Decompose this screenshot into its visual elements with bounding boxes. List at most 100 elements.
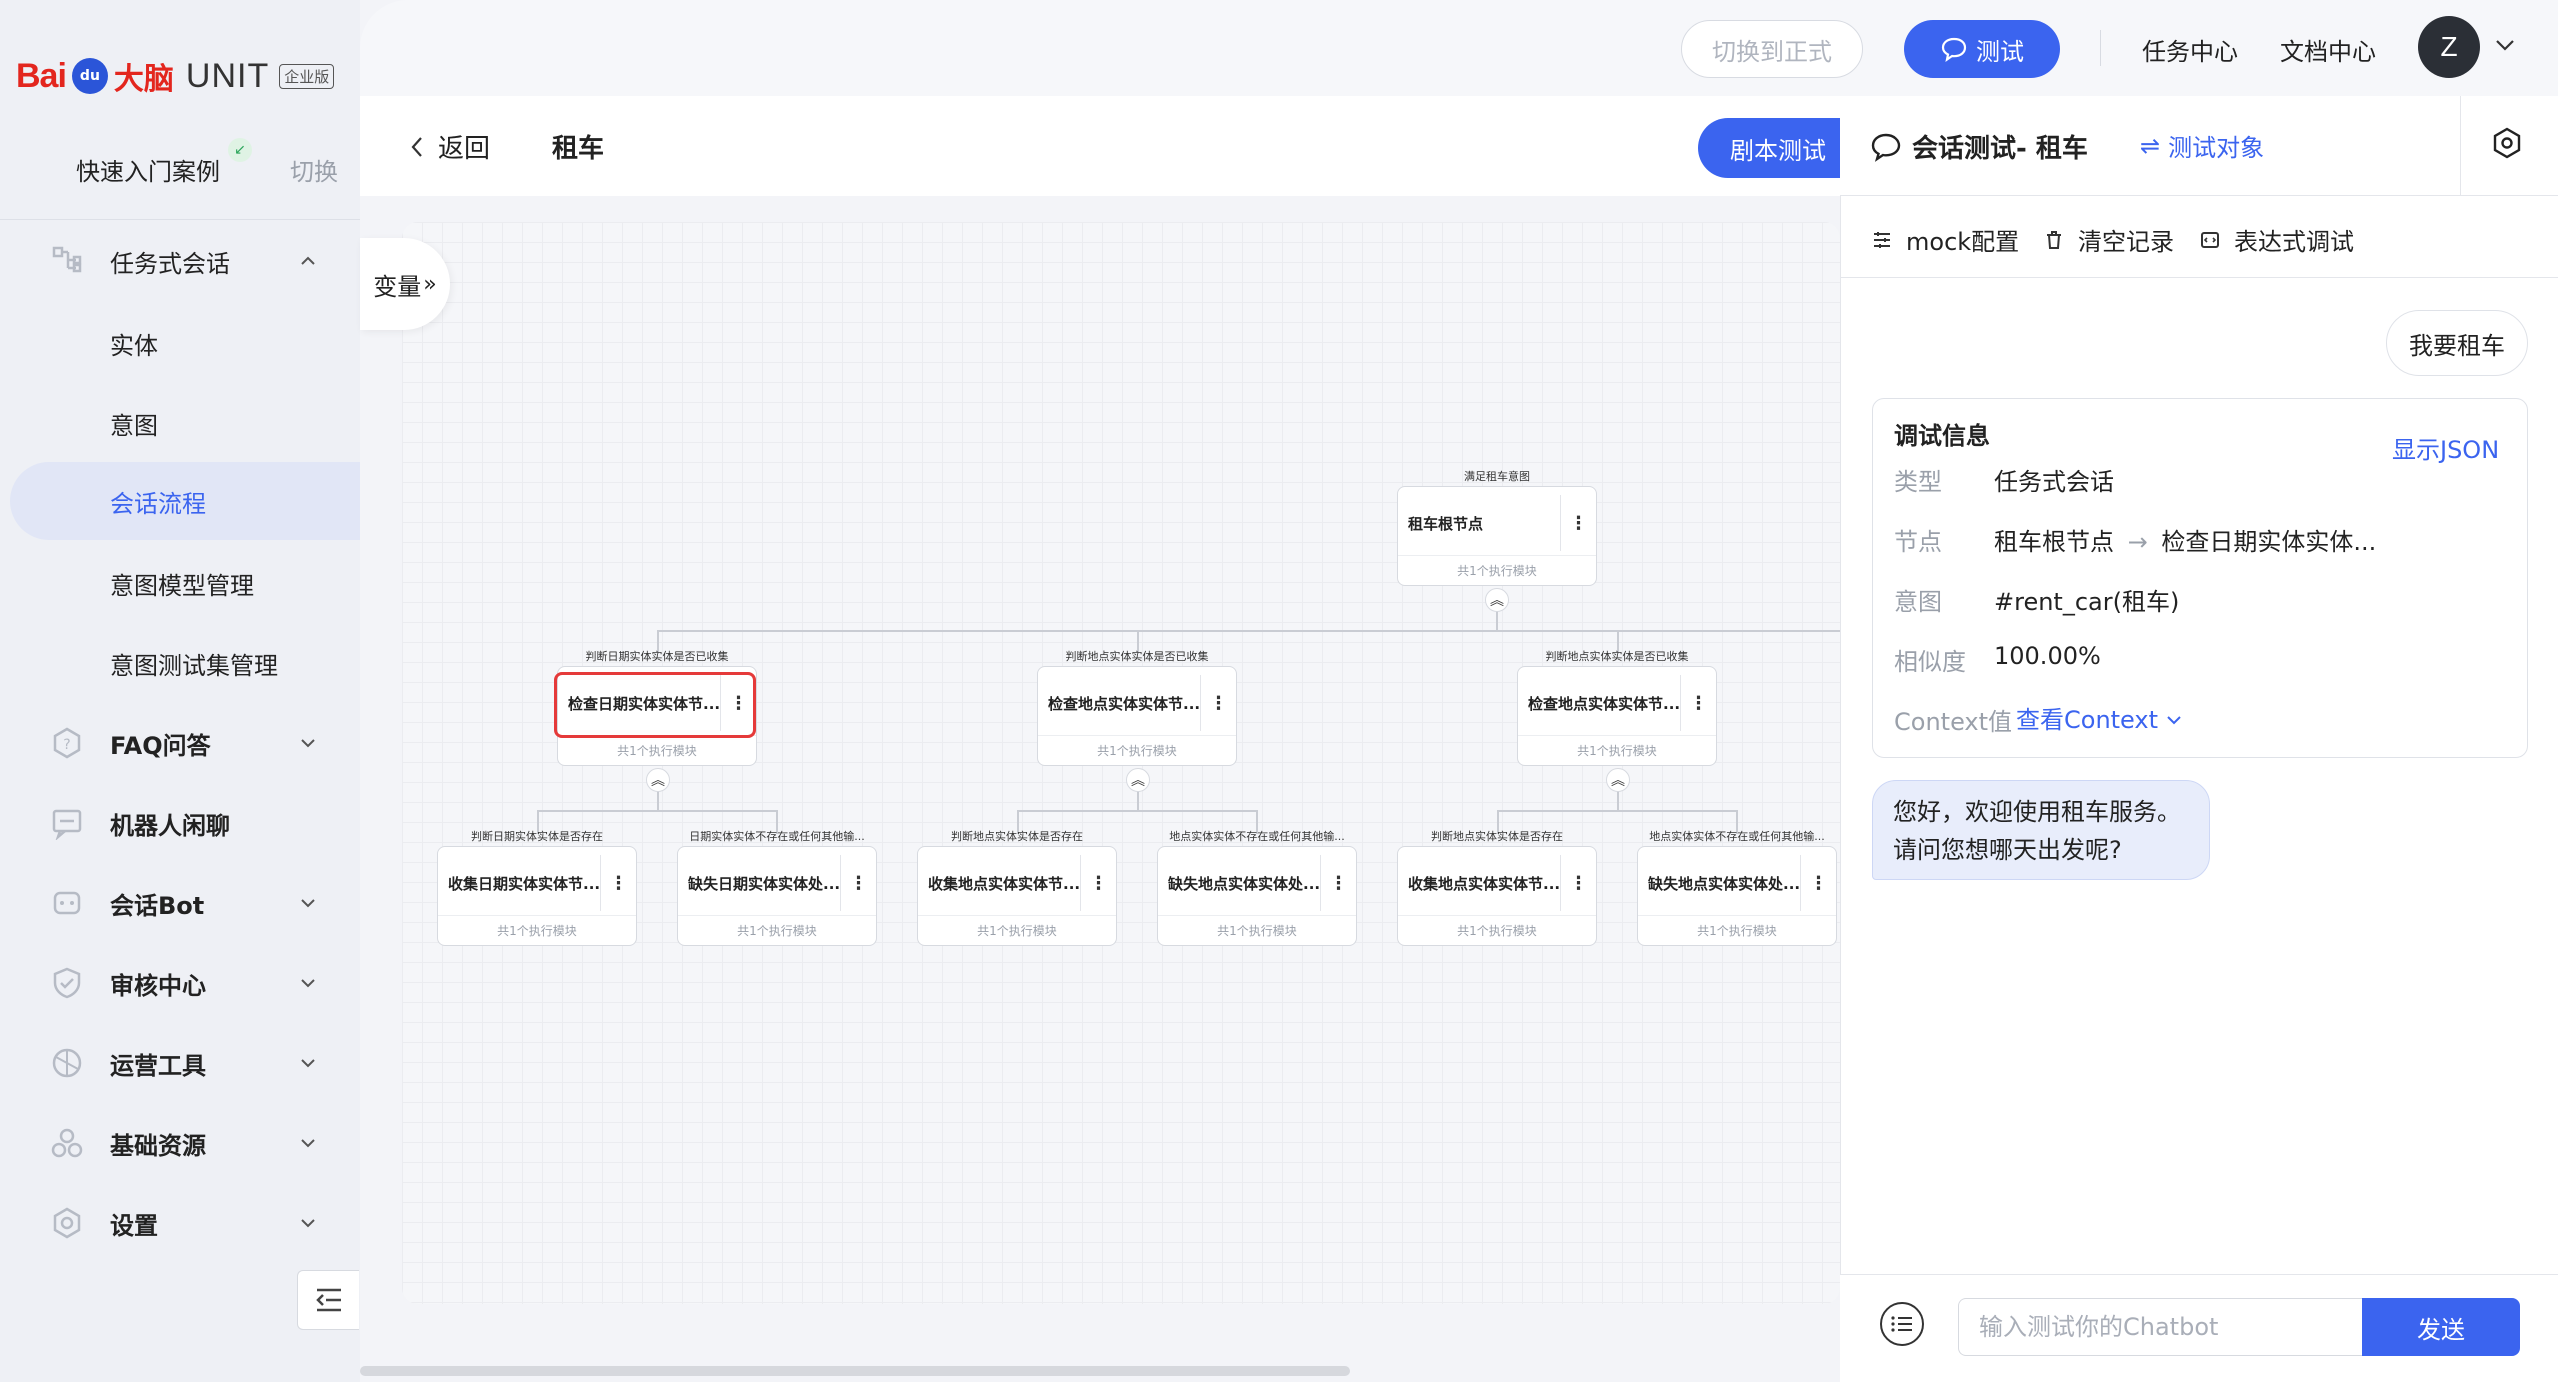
task-center-link[interactable]: 任务中心: [2142, 32, 2238, 67]
node-caption: 判断地点实体实体是否已收集: [1065, 650, 1209, 663]
variables-label: 变量: [373, 272, 422, 301]
chevron-down-icon[interactable]: [2494, 34, 2516, 62]
collapse-up-icon[interactable]: ︽: [1485, 588, 1509, 612]
node-footer: 共1个执行模块: [678, 915, 876, 945]
faq-icon: ?: [48, 724, 86, 762]
sidebar-item-label: 任务式会话: [110, 249, 230, 278]
sidebar-item-task-dialog[interactable]: 任务式会话: [0, 226, 360, 296]
flow-node-check-date[interactable]: 检查日期实体实体节... ⋮ 共1个执行模块: [554, 666, 757, 766]
test-button-label: 测试: [1976, 37, 2024, 66]
more-vertical-icon[interactable]: ⋮: [1680, 675, 1716, 731]
flow-node-missing-date[interactable]: 缺失日期实体实体处... ⋮ 共1个执行模块: [677, 846, 877, 946]
sidebar-sub-intent-testset[interactable]: 意图测试集管理: [0, 624, 360, 702]
resource-icon: [48, 1124, 86, 1162]
sidebar-item-chitchat[interactable]: 机器人闲聊: [0, 788, 360, 858]
expression-debug-button[interactable]: 表达式调试: [2200, 222, 2354, 257]
debug-type-value: 任务式会话: [1994, 468, 2114, 496]
sidebar-item-settings[interactable]: 设置: [0, 1188, 360, 1258]
debug-intent-value: #rent_car(租车): [1994, 588, 2180, 616]
collapse-up-icon[interactable]: ︽: [646, 768, 670, 792]
back-button[interactable]: 返回: [410, 128, 490, 165]
more-vertical-icon[interactable]: ⋮: [1560, 855, 1596, 911]
node-label: 缺失地点实体实体处...: [1648, 875, 1801, 893]
clear-record-button[interactable]: 清空记录: [2044, 222, 2174, 257]
more-vertical-icon[interactable]: ⋮: [1200, 675, 1236, 731]
sidebar-item-resource[interactable]: 基础资源: [0, 1108, 360, 1178]
more-vertical-icon[interactable]: ⋮: [1320, 855, 1356, 911]
collapse-up-icon[interactable]: ︽: [1606, 768, 1630, 792]
flow-connector: [537, 810, 777, 812]
settings-button[interactable]: [2490, 126, 2524, 160]
flow-node-missing-location-2[interactable]: 缺失地点实体实体处... ⋮ 共1个执行模块: [1637, 846, 1837, 946]
quick-start-case[interactable]: 快速入门案例: [76, 152, 220, 187]
more-vertical-icon[interactable]: ⋮: [840, 855, 876, 911]
flow-node-check-location-2[interactable]: 检查地点实体实体节... ⋮ 共1个执行模块: [1517, 666, 1717, 766]
script-test-button[interactable]: 剧本测试: [1698, 118, 1858, 178]
flow-node-collect-location-2[interactable]: 收集地点实体实体节... ⋮ 共1个执行模块: [1397, 846, 1597, 946]
node-label: 检查日期实体实体节...: [568, 695, 721, 713]
mock-config-button[interactable]: mock配置: [1872, 222, 2019, 257]
sidebar-item-bot[interactable]: 会话Bot: [0, 868, 360, 938]
more-vertical-icon[interactable]: ⋮: [720, 675, 756, 731]
logo-unit: UNIT: [185, 56, 270, 95]
avatar[interactable]: Z: [2418, 16, 2480, 78]
show-json-link[interactable]: 显示JSON: [2392, 430, 2499, 465]
node-caption: 地点实体实体不存在或任何其他输...: [1169, 830, 1345, 843]
node-label: 缺失日期实体实体处...: [688, 875, 841, 893]
chevron-left-icon: [411, 136, 422, 157]
chat-bubble-icon: [1941, 37, 1967, 62]
switch-button[interactable]: 切换: [290, 152, 338, 187]
chevron-down-icon: [298, 733, 318, 753]
shield-icon: [48, 964, 86, 1002]
doc-center-link[interactable]: 文档中心: [2280, 32, 2376, 67]
baidu-unit-logo[interactable]: Bai du 大脑 UNIT 企业版: [16, 54, 335, 98]
sidebar-sub-entity[interactable]: 实体: [0, 304, 360, 382]
node-caption: 满足租车意图: [1464, 470, 1530, 483]
sidebar-item-label: FAQ问答: [110, 731, 211, 760]
flow-node-check-location[interactable]: 检查地点实体实体节... ⋮ 共1个执行模块: [1037, 666, 1237, 766]
node-label: 租车根节点: [1408, 515, 1484, 533]
sidebar-collapse-button[interactable]: [297, 1270, 359, 1330]
chevron-down-icon: [298, 1213, 318, 1233]
flow-node-missing-location[interactable]: 缺失地点实体实体处... ⋮ 共1个执行模块: [1157, 846, 1357, 946]
test-button[interactable]: 测试: [1904, 20, 2060, 78]
flow-node-root[interactable]: 租车根节点 ⋮ 共1个执行模块: [1397, 486, 1597, 586]
flow-node-collect-date[interactable]: 收集日期实体实体节... ⋮ 共1个执行模块: [437, 846, 637, 946]
sidebar-sub-dialog-flow[interactable]: 会话流程: [10, 462, 360, 540]
code-window-icon: [2201, 231, 2219, 248]
collapse-up-icon[interactable]: ︽: [1126, 768, 1150, 792]
switch-to-production-button[interactable]: 切换到正式: [1681, 20, 1863, 78]
sidebar-item-ops[interactable]: 运营工具: [0, 1028, 360, 1098]
send-button[interactable]: 发送: [2362, 1298, 2520, 1356]
test-panel-title: 会话测试- 租车: [1870, 128, 2088, 165]
more-vertical-icon[interactable]: ⋮: [1560, 495, 1596, 551]
debug-intent-key: 意图: [1894, 588, 1942, 616]
node-caption: 判断地点实体实体是否存在: [951, 830, 1083, 843]
more-vertical-icon[interactable]: ⋮: [1080, 855, 1116, 911]
clear-record-label: 清空记录: [2078, 228, 2174, 256]
menu-list-button[interactable]: [1880, 1302, 1924, 1346]
flow-connector: [1497, 810, 1737, 812]
test-target-button[interactable]: ⇌ 测试对象: [2140, 128, 2264, 163]
sidebar-sub-intent-model[interactable]: 意图模型管理: [0, 544, 360, 622]
chat-input[interactable]: [1958, 1298, 2362, 1356]
sub-item-label: 意图测试集管理: [110, 651, 278, 680]
more-vertical-icon[interactable]: ⋮: [600, 855, 636, 911]
sidebar-item-audit[interactable]: 审核中心: [0, 948, 360, 1018]
bot-message-line: 您好，欢迎使用租车服务。: [1893, 798, 2181, 826]
variables-tab[interactable]: 变量»: [360, 238, 450, 330]
sidebar-item-faq[interactable]: ? FAQ问答: [0, 708, 360, 778]
page-title: 租车: [552, 134, 605, 164]
view-context-link[interactable]: 查看Context: [2016, 700, 2182, 735]
node-caption: 判断地点实体实体是否存在: [1431, 830, 1563, 843]
flow-node-collect-location[interactable]: 收集地点实体实体节... ⋮ 共1个执行模块: [917, 846, 1117, 946]
debug-similarity-value: 100.00%: [1994, 642, 2101, 670]
sidebar-item-label: 会话Bot: [110, 891, 205, 920]
svg-text:?: ?: [63, 737, 70, 753]
node-label: 检查地点实体实体节...: [1048, 695, 1201, 713]
sidebar-item-label: 设置: [110, 1211, 158, 1240]
trash-icon: [2047, 230, 2061, 249]
more-vertical-icon[interactable]: ⋮: [1800, 855, 1836, 911]
sidebar-sub-intent[interactable]: 意图: [0, 384, 360, 462]
horizontal-scrollbar[interactable]: [360, 1366, 1350, 1376]
